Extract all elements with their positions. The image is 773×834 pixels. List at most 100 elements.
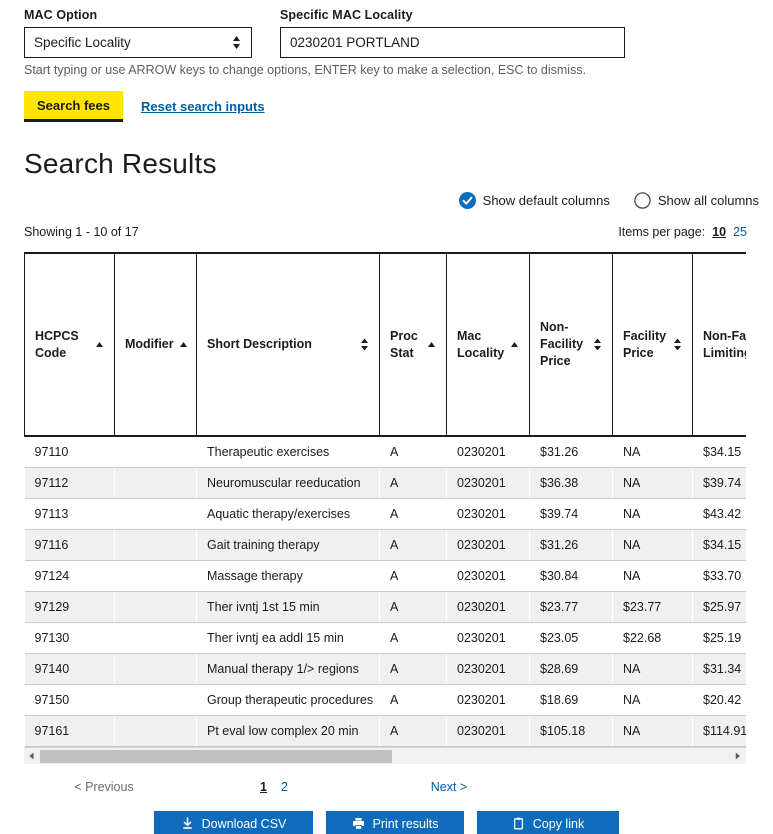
download-csv-label: Download CSV [201, 816, 287, 831]
cell-non-facility-limiting-charge: $39.74 [692, 467, 746, 499]
pagination-page-1[interactable]: 1 [260, 780, 267, 794]
cell-facility-price: NA [612, 715, 693, 747]
sort-ascending-icon [510, 338, 519, 351]
radio-checked-icon [458, 192, 476, 209]
cell-non-facility-limiting-charge: $114.91 [692, 715, 746, 747]
download-csv-button[interactable]: Download CSV [154, 811, 313, 834]
cell-modifier [114, 684, 197, 716]
pagination: < Previous 1 2 Next > [0, 780, 773, 794]
mac-option-select[interactable]: Specific Locality [24, 27, 252, 58]
scroll-right-arrow-icon[interactable] [730, 748, 746, 765]
cell-mac-locality: 0230201 [446, 529, 530, 561]
sort-ascending-icon [427, 338, 436, 351]
cell-mac-locality: 0230201 [446, 436, 530, 468]
specific-mac-locality-label: Specific MAC Locality [280, 8, 413, 22]
cell-proc-stat: A [379, 622, 447, 654]
show-all-columns-label: Show all columns [657, 193, 759, 208]
scrollbar-thumb[interactable] [40, 749, 392, 763]
cell-modifier [114, 560, 197, 592]
cell-non-facility-price: $105.18 [529, 715, 613, 747]
radio-show-default-columns[interactable]: Show default columns [458, 192, 610, 209]
cell-short-description: Pt eval low complex 20 min [196, 715, 380, 747]
cell-mac-locality: 0230201 [446, 653, 530, 685]
pagination-previous[interactable]: < Previous [24, 780, 184, 794]
print-results-button[interactable]: Print results [326, 811, 464, 834]
radio-show-all-columns[interactable]: Show all columns [634, 192, 759, 209]
cell-hcpcs-code: 97161 [24, 715, 115, 747]
scroll-left-arrow-icon[interactable] [24, 748, 40, 765]
column-header-mac-locality[interactable]: Mac Locality [446, 254, 530, 436]
cell-proc-stat: A [379, 560, 447, 592]
cell-modifier [114, 436, 197, 468]
table-row: 97150 Group therapeutic procedures A 023… [24, 684, 746, 716]
sort-ascending-icon [179, 338, 188, 351]
specific-mac-locality-input[interactable]: 0230201 PORTLAND [280, 27, 625, 58]
cell-short-description: Neuromuscular reeducation [196, 467, 380, 499]
column-header-facility-price[interactable]: Facility Price [612, 254, 693, 436]
clipboard-icon [512, 817, 525, 830]
items-per-page-label: Items per page: [618, 225, 706, 239]
cell-facility-price: NA [612, 684, 693, 716]
cell-facility-price: NA [612, 529, 693, 561]
column-header-modifier[interactable]: Modifier [114, 254, 197, 436]
cell-non-facility-price: $30.84 [529, 560, 613, 592]
cell-hcpcs-code: 97150 [24, 684, 115, 716]
table-row: 97161 Pt eval low complex 20 min A 02302… [24, 715, 746, 747]
cell-non-facility-price: $31.26 [529, 529, 613, 561]
cell-hcpcs-code: 97110 [24, 436, 115, 468]
cell-non-facility-price: $39.74 [529, 498, 613, 530]
items-per-page: Items per page: 10 25 [618, 225, 747, 239]
copy-link-button[interactable]: Copy link [477, 811, 619, 834]
cell-non-facility-limiting-charge: $31.34 [692, 653, 746, 685]
table-row: 97129 Ther ivntj 1st 15 min A 0230201 $2… [24, 591, 746, 623]
mac-option-field: MAC Option Specific Locality [24, 8, 252, 58]
mac-option-value: Specific Locality [34, 35, 131, 50]
pagination-next[interactable]: Next > [364, 780, 534, 794]
table-header-row: HCPCS Code Modifier Short Description Pr… [24, 254, 746, 436]
column-visibility-toggle: Show default columns Show all columns [0, 180, 773, 209]
reset-search-inputs-link[interactable]: Reset search inputs [141, 99, 265, 114]
cell-modifier [114, 591, 197, 623]
items-per-page-option-10[interactable]: 10 [712, 225, 726, 239]
table-row: 97124 Massage therapy A 0230201 $30.84 N… [24, 560, 746, 592]
cell-hcpcs-code: 97130 [24, 622, 115, 654]
sort-ascending-icon [95, 338, 104, 351]
print-results-label: Print results [372, 816, 439, 831]
cell-mac-locality: 0230201 [446, 560, 530, 592]
table-horizontal-scrollbar[interactable] [24, 747, 746, 764]
search-fees-button[interactable]: Search fees [24, 91, 123, 122]
sort-both-icon [673, 338, 682, 351]
table-row: 97140 Manual therapy 1/> regions A 02302… [24, 653, 746, 685]
cell-short-description: Manual therapy 1/> regions [196, 653, 380, 685]
mac-option-label: MAC Option [24, 8, 98, 22]
table-row: 97112 Neuromuscular reeducation A 023020… [24, 467, 746, 499]
cell-short-description: Aquatic therapy/exercises [196, 498, 380, 530]
sort-both-icon [360, 338, 369, 351]
radio-unchecked-icon [634, 192, 651, 209]
cell-non-facility-limiting-charge: $25.97 [692, 591, 746, 623]
cell-mac-locality: 0230201 [446, 684, 530, 716]
show-default-columns-label: Show default columns [482, 193, 610, 208]
cell-short-description: Therapeutic exercises [196, 436, 380, 468]
cell-short-description: Ther ivntj ea addl 15 min [196, 622, 380, 654]
cell-non-facility-limiting-charge: $20.42 [692, 684, 746, 716]
column-header-short-description[interactable]: Short Description [196, 254, 380, 436]
items-per-page-option-25[interactable]: 25 [733, 225, 747, 239]
column-header-non-facility-price[interactable]: Non-Facility Price [529, 254, 613, 436]
column-header-non-facility-limiting-charge[interactable]: Non-Facility Limiting Charge [692, 254, 746, 436]
pagination-page-2[interactable]: 2 [281, 780, 288, 794]
copy-link-label: Copy link [532, 816, 585, 831]
cell-hcpcs-code: 97112 [24, 467, 115, 499]
column-header-label: Short Description [207, 337, 312, 352]
column-header-hcpcs-code[interactable]: HCPCS Code [24, 254, 115, 436]
cell-short-description: Ther ivntj 1st 15 min [196, 591, 380, 623]
cell-proc-stat: A [379, 498, 447, 530]
scrollbar-track[interactable] [40, 748, 730, 765]
cell-proc-stat: A [379, 436, 447, 468]
showing-count: Showing 1 - 10 of 17 [24, 225, 139, 239]
cell-hcpcs-code: 97140 [24, 653, 115, 685]
cell-mac-locality: 0230201 [446, 498, 530, 530]
cell-modifier [114, 498, 197, 530]
cell-facility-price: NA [612, 467, 693, 499]
column-header-proc-stat[interactable]: Proc Stat [379, 254, 447, 436]
